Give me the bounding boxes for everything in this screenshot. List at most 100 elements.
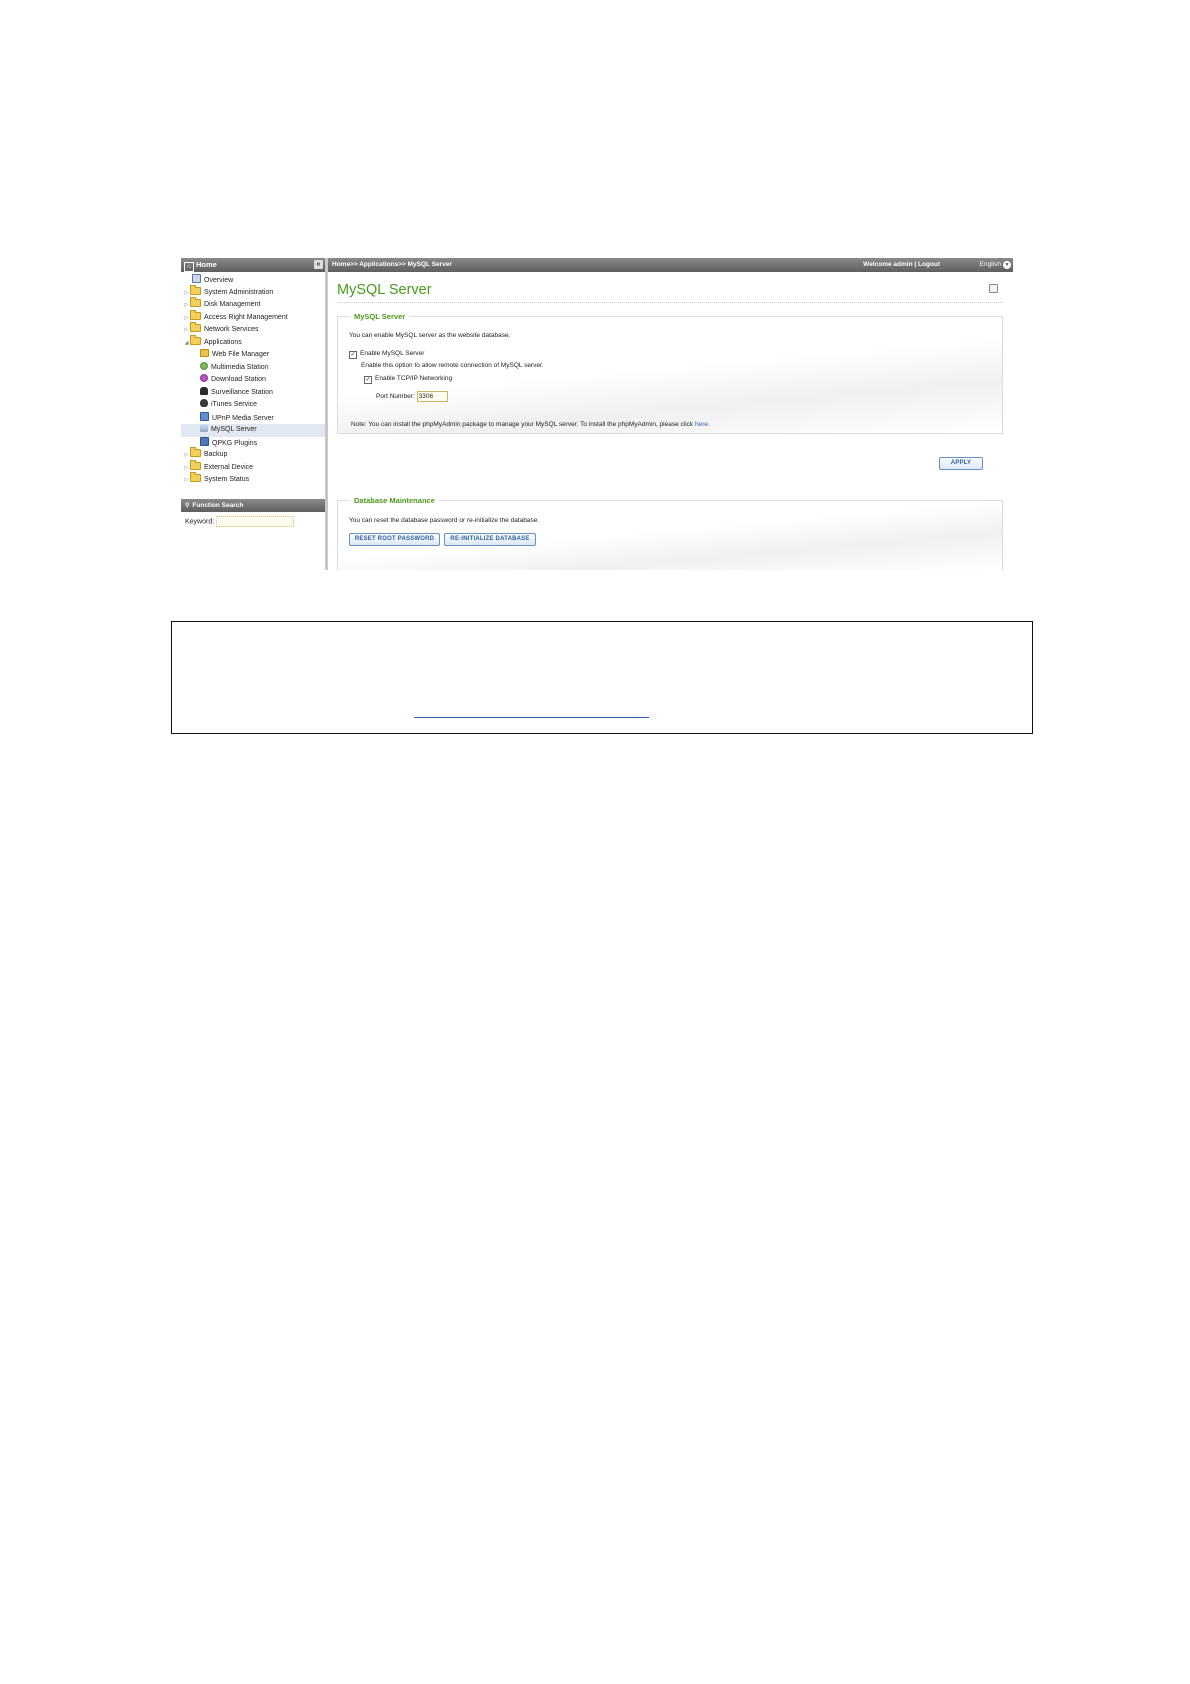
sidebar-item-download-station[interactable]: Download Station (181, 374, 325, 387)
function-search-title: Function Search (192, 501, 244, 509)
note-text: Note: You can install the phpMyAdmin pac… (351, 421, 695, 428)
reinitialize-database-button[interactable]: RE-INITIALIZE DATABASE (444, 533, 536, 546)
port-number-input[interactable]: 3306 (416, 391, 448, 402)
function-search-header: ⚲ Function Search (181, 498, 325, 512)
language-select[interactable]: English (980, 258, 1001, 272)
web-file-manager-icon (200, 349, 209, 357)
sidebar-item-label: System Status (204, 476, 250, 483)
sidebar-item-label: Applications (204, 338, 242, 346)
sidebar-item-web-file-manager[interactable]: Web File Manager (181, 349, 325, 362)
remote-connection-text: Enable this option to allow remote conne… (361, 362, 544, 369)
sidebar-item-applications[interactable]: ◢ Applications (181, 334, 325, 350)
sidebar-item-access-right-management[interactable]: ▷ Access Right Management (181, 309, 325, 325)
expand-arrow-icon[interactable]: ▷ (183, 312, 190, 325)
expand-arrow-icon[interactable]: ▷ (183, 474, 190, 487)
apply-button[interactable]: APPLY (939, 457, 983, 470)
itunes-service-icon (200, 399, 208, 407)
expand-arrow-icon[interactable]: ▷ (183, 449, 190, 462)
folder-icon (190, 472, 201, 482)
sidebar-item-system-administration[interactable]: ▷ System Administration (181, 284, 325, 300)
sidebar-item-disk-management[interactable]: ▷ Disk Management (181, 297, 325, 312)
expand-arrow-icon[interactable]: ▷ (183, 462, 190, 475)
qpkg-plugins-icon (200, 436, 209, 446)
qnap-admin-screenshot: ⌂ Home « Overview ▷ System Administration … (181, 258, 1013, 570)
enable-mysql-checkbox[interactable]: ✓ (349, 351, 357, 359)
sidebar-item-itunes-service[interactable]: iTunes Service (181, 399, 325, 412)
sidebar-item-label: MySQL Server (211, 426, 257, 433)
phpmyadmin-here-link[interactable]: here (695, 421, 708, 428)
sidebar-item-label: Access Right Management (204, 313, 288, 321)
breadcrumb: Home>> Applications>> MySQL Server (332, 261, 452, 268)
keyword-label: Keyword: (185, 517, 215, 525)
sidebar-item-external-device[interactable]: ▷ External Device (181, 459, 325, 475)
sidebar-item-backup[interactable]: ▷ Backup (181, 447, 325, 462)
sidebar-item-mysql-server[interactable]: MySQL Server (181, 424, 325, 437)
reset-root-password-button[interactable]: RESET ROOT PASSWORD (349, 533, 440, 546)
sidebar-item-label: QPKG Plugins (212, 439, 258, 447)
page-title: MySQL Server (337, 282, 432, 298)
mysql-server-panel: MySQL Server You can enable MySQL server… (337, 312, 1003, 434)
sidebar-item-surveillance-station[interactable]: Surveillance Station (181, 386, 325, 400)
sidebar-item-upnp-media-server[interactable]: UPnP Media Server (181, 411, 325, 425)
db-panel-title: Database Maintenance (354, 496, 435, 505)
sidebar-item-network-services[interactable]: ▷ Network Services (181, 322, 325, 337)
phpmyadmin-note: Note: You can install the phpMyAdmin pac… (351, 421, 710, 428)
sidebar-item-label: Surveillance Station (211, 388, 273, 396)
enable-mysql-row: ✓ Enable MySQL Server (349, 350, 424, 359)
port-number-label: Port Number: (376, 393, 415, 401)
surveillance-station-icon (200, 386, 208, 395)
folder-icon (190, 284, 201, 295)
folder-icon (190, 322, 201, 332)
mysql-panel-title: MySQL Server (354, 312, 406, 321)
database-maintenance-panel: Database Maintenance You can reset the d… (337, 496, 1003, 570)
folder-icon (190, 447, 201, 457)
sidebar-item-label: Disk Management (204, 301, 261, 308)
sidebar-item-label: Multimedia Station (211, 363, 269, 371)
port-number-row: Port Number: 3306 (376, 391, 448, 402)
folder-icon (190, 309, 201, 320)
db-intro-text: You can reset the database password or r… (349, 517, 540, 524)
collapse-arrow-icon[interactable]: ◢ (183, 337, 190, 350)
sidebar-item-label: Web File Manager (212, 351, 270, 358)
upnp-media-server-icon (200, 411, 209, 421)
keyword-row: Keyword: (181, 512, 325, 527)
folder-icon (190, 459, 201, 470)
top-bar: Home>> Applications>> MySQL Server Welco… (328, 258, 1013, 272)
multimedia-station-icon (200, 361, 208, 370)
sidebar-item-label: Overview (204, 277, 234, 284)
folder-icon (190, 297, 201, 307)
page-options-checkbox[interactable] (989, 284, 998, 293)
search-icon: ⚲ (185, 502, 190, 509)
welcome-logout-text[interactable]: Welcome admin | Logout (863, 258, 940, 272)
sidebar-header-title: Home (196, 260, 217, 269)
folder-open-icon (190, 334, 201, 345)
expand-arrow-icon[interactable]: ▷ (183, 299, 190, 312)
expand-arrow-icon[interactable]: ▷ (183, 324, 190, 337)
document-note-box (171, 621, 1033, 734)
enable-tcpip-label: Enable TCP/IP Networking (375, 375, 453, 382)
chevron-down-icon[interactable]: ▼ (1003, 261, 1011, 269)
sidebar-item-label: System Administration (204, 288, 274, 296)
collapse-sidebar-button[interactable]: « (314, 260, 323, 269)
navigation-tree: Overview ▷ System Administration ▷ Disk Ma… (181, 274, 325, 487)
main-content: Home>> Applications>> MySQL Server Welco… (328, 258, 1013, 570)
sidebar: ⌂ Home « Overview ▷ System Administration … (181, 258, 328, 570)
keyword-search-input[interactable] (216, 515, 295, 527)
sidebar-item-multimedia-station[interactable]: Multimedia Station (181, 361, 325, 375)
enable-tcpip-checkbox[interactable]: ✓ (364, 376, 372, 384)
sidebar-item-system-status[interactable]: ▷ System Status (181, 472, 325, 487)
sidebar-item-label: Backup (204, 451, 228, 458)
sidebar-item-overview[interactable]: Overview (181, 274, 325, 287)
sidebar-item-qpkg-plugins[interactable]: QPKG Plugins (181, 436, 325, 450)
sidebar-item-label: Download Station (211, 376, 266, 383)
home-icon: ⌂ (184, 262, 194, 272)
sidebar-header: ⌂ Home « (181, 258, 325, 272)
sidebar-item-label: iTunes Service (211, 401, 258, 408)
tcpip-row: ✓ Enable TCP/IP Networking (364, 375, 452, 384)
mysql-server-icon (200, 424, 208, 432)
expand-arrow-icon[interactable]: ▷ (183, 287, 190, 300)
sidebar-item-label: External Device (204, 463, 254, 471)
sidebar-item-label: UPnP Media Server (212, 414, 274, 422)
download-station-icon (200, 374, 208, 382)
hyperlink-underline (414, 717, 649, 718)
